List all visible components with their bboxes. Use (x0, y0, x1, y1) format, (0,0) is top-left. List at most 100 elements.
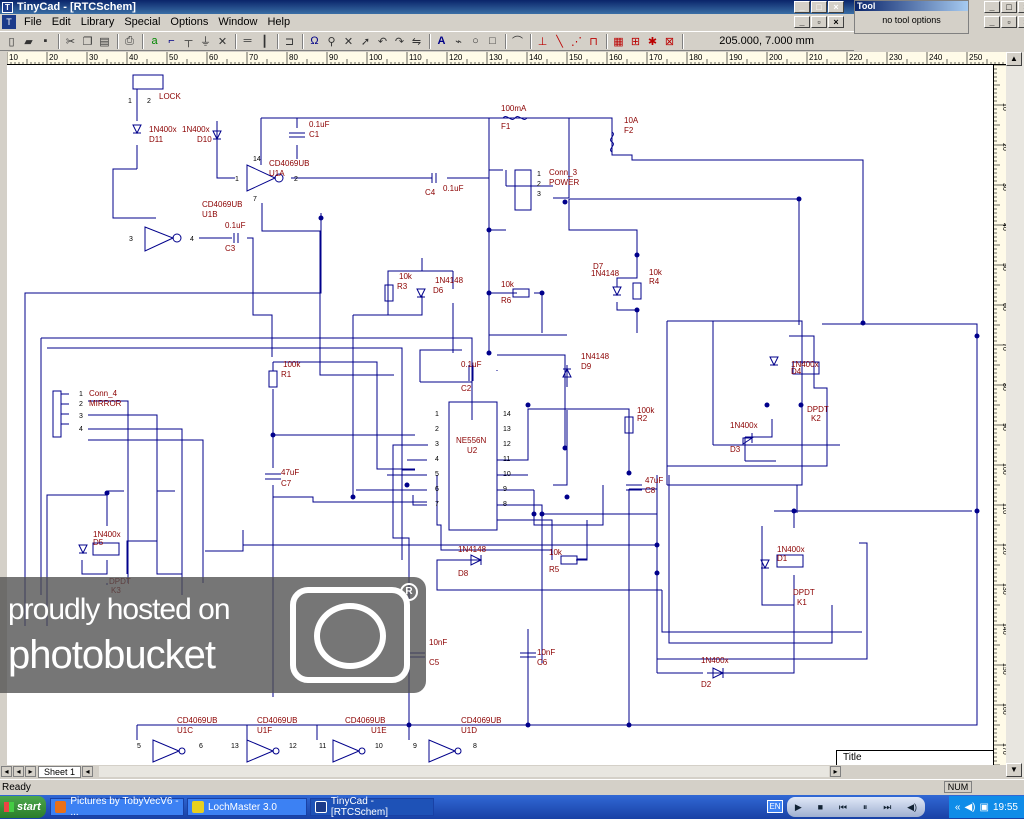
next-sheet-button[interactable]: ▸ (25, 766, 36, 777)
scroll-right-button[interactable]: ▸ (830, 766, 842, 777)
scroll-down-button[interactable]: ▼ (1006, 763, 1022, 777)
doc-restore-button[interactable]: ▫ (811, 16, 827, 28)
media-prev-icon[interactable]: ⏮ (839, 802, 847, 813)
document-controls: _ ▫ × (794, 16, 850, 28)
tab-sheet-1[interactable]: Sheet 1 (38, 765, 82, 778)
delete-icon[interactable]: ✕ (341, 34, 356, 49)
grid-icon[interactable]: ▦ (611, 34, 626, 49)
power-icon[interactable]: ┬ (181, 34, 196, 49)
menu-special[interactable]: Special (119, 16, 165, 28)
media-play-icon[interactable]: ▶ (795, 802, 802, 813)
outer-maximize-button[interactable]: □ (1001, 1, 1017, 13)
ruler-corner (0, 52, 7, 65)
rotate-icon[interactable]: ↶ (375, 34, 390, 49)
no-connect-icon[interactable]: ✕ (215, 34, 230, 49)
text-icon[interactable]: A (434, 34, 449, 49)
document-icon[interactable]: T (2, 15, 16, 29)
doc-minimize-button[interactable]: _ (794, 16, 810, 28)
ruler-top-ticks: 10 20 30 40 50 60 70 80 90 100 110 120 130 140 150 160 1… (6, 52, 1008, 65)
menu-window[interactable]: Window (213, 16, 262, 28)
doc-close-button[interactable]: × (828, 16, 844, 28)
lbl-c6: C6 (537, 658, 548, 667)
close-button[interactable]: × (828, 1, 844, 13)
lbl-c7: C7 (281, 479, 292, 488)
scroll-up-button[interactable]: ▲ (1006, 52, 1022, 66)
outer-minimize-button[interactable]: _ (984, 1, 1000, 13)
polygon-icon[interactable]: ⌁ (451, 34, 466, 49)
print-icon[interactable]: ⎙ (122, 34, 137, 49)
check-icon[interactable]: ✱ (645, 34, 660, 49)
label-icon[interactable]: a (147, 34, 162, 49)
symbol-icon[interactable]: ⊐ (282, 34, 297, 49)
media-next-icon[interactable]: ⏭ (883, 802, 891, 813)
media-pause-icon[interactable]: ⏸ (863, 802, 868, 813)
media-stop-icon[interactable]: ■ (818, 802, 823, 812)
lbl-c4: C4 (425, 188, 436, 197)
ruler-label: 10 (9, 53, 18, 62)
first-sheet-button[interactable]: ◂ (1, 766, 12, 777)
new-icon[interactable]: ▯ (4, 34, 19, 49)
svg-text:10: 10 (375, 743, 383, 750)
lbl-k3dref: D5 (93, 538, 104, 547)
window-titlebar[interactable]: T TinyCad - [RTCSchem] _ □ × (0, 0, 854, 14)
step-icon[interactable]: ⊓ (586, 34, 601, 49)
bus-icon[interactable]: ═ (240, 34, 255, 49)
start-button[interactable]: start (0, 796, 46, 818)
menu-library[interactable]: Library (76, 16, 120, 28)
svg-text:11: 11 (319, 743, 326, 750)
network-icon[interactable]: ▣ (980, 802, 989, 813)
lbl-r5: R5 (549, 565, 560, 574)
paste-icon[interactable]: ▤ (97, 34, 112, 49)
lbl-k1-dpdt: DPDT (793, 588, 815, 597)
minimize-button[interactable]: _ (794, 1, 810, 13)
registered-icon: R (400, 583, 418, 601)
speaker-icon[interactable]: ◀) (964, 802, 975, 813)
task-firefox[interactable]: Pictures by TobyVecV6 - ... (50, 796, 184, 818)
wire-icon[interactable]: ⌐ (164, 34, 179, 49)
ruler-label: 250 (969, 53, 983, 62)
outer-doc-close-button[interactable]: × (1018, 16, 1024, 28)
line-icon[interactable]: ╲ (552, 34, 567, 49)
menu-help[interactable]: Help (262, 16, 295, 28)
ground-icon[interactable]: ⏚ (198, 34, 213, 49)
vertical-scrollbar[interactable]: ▲ ▼ (1006, 52, 1024, 777)
circle-icon[interactable]: ○ (468, 34, 483, 49)
outer-doc-minimize-button[interactable]: _ (984, 16, 1000, 28)
save-icon[interactable]: ▪ (38, 34, 53, 49)
pin-icon[interactable]: ⊥ (535, 34, 550, 49)
language-indicator[interactable]: EN (767, 800, 783, 813)
menu-options[interactable]: Options (165, 16, 213, 28)
copy-icon[interactable]: ❐ (80, 34, 95, 49)
netlist-icon[interactable]: ⊞ (628, 34, 643, 49)
horizontal-scrollbar[interactable] (99, 766, 830, 777)
task-lochmaster[interactable]: LochMaster 3.0 (187, 798, 307, 816)
scroll-left-button[interactable]: ◂ (82, 766, 94, 777)
menu-edit[interactable]: Edit (47, 16, 76, 28)
menu-file[interactable]: File (19, 16, 47, 28)
dashline-icon[interactable]: ⋰ (569, 34, 584, 49)
clock[interactable]: 19:55 (993, 802, 1018, 813)
outer-doc-restore-button[interactable]: ▫ (1001, 16, 1017, 28)
outer-close-button[interactable]: × (1018, 1, 1024, 13)
toolbar: ▯ ▰ ▪ ✂ ❐ ▤ ⎙ a ⌐ ┬ ⏚ ✕ ═ ┃ ⊐ Ω ⚲ ✕ ➚ ↶ … (0, 31, 854, 51)
tray-arrow-icon[interactable]: « (955, 802, 961, 813)
mirror-icon[interactable]: ⇋ (409, 34, 424, 49)
tool-panel-title: Tool (855, 1, 968, 11)
ruler-label: 240 (929, 53, 943, 62)
arc-icon[interactable]: ⌒ (510, 34, 525, 49)
zoom-icon[interactable]: ⚲ (324, 34, 339, 49)
open-icon[interactable]: ▰ (21, 34, 36, 49)
svg-text:1: 1 (435, 411, 439, 418)
omega-icon[interactable]: Ω (307, 34, 322, 49)
task-tinycad[interactable]: TinyCad - [RTCSchem] (310, 796, 434, 818)
redo-icon[interactable]: ↷ (392, 34, 407, 49)
select-icon[interactable]: ➚ (358, 34, 373, 49)
cut-icon[interactable]: ✂ (63, 34, 78, 49)
media-volume-icon[interactable]: ◀) (907, 802, 917, 813)
maximize-button[interactable]: □ (811, 1, 827, 13)
bom-icon[interactable]: ⊠ (662, 34, 677, 49)
title-block: Title (836, 750, 993, 765)
prev-sheet-button[interactable]: ◂ (13, 766, 24, 777)
junction-icon[interactable]: ┃ (257, 34, 272, 49)
rect-icon[interactable]: □ (485, 34, 500, 49)
